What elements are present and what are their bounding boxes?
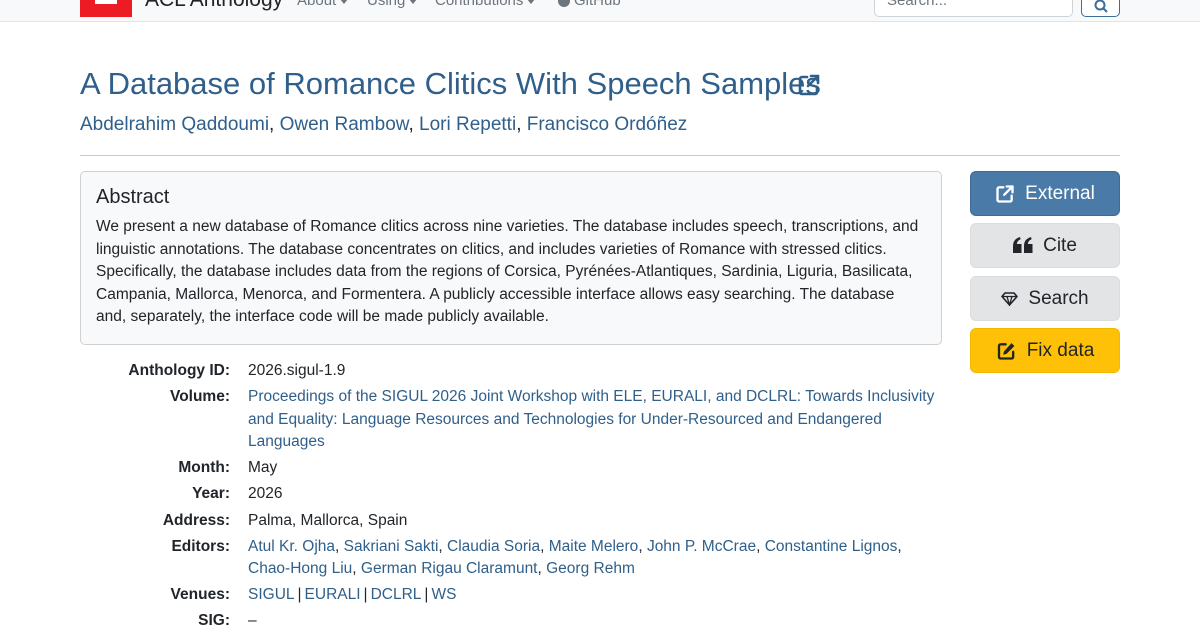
nav-github[interactable]: GitHub: [558, 0, 621, 9]
editor-link[interactable]: John P. McCrae: [647, 538, 756, 555]
search-button[interactable]: Search: [970, 276, 1120, 321]
detail-label: Month:: [178, 459, 230, 477]
detail-label: Venues:: [170, 586, 230, 604]
abstract-heading: Abstract: [96, 186, 170, 208]
author-separator: ,: [408, 114, 420, 135]
editor-link[interactable]: German Rigau Claramunt: [361, 560, 538, 577]
venue-link[interactable]: SIGUL: [248, 586, 295, 603]
detail-label: Volume:: [170, 388, 230, 406]
paper-details: Anthology ID: 2026.sigul-1.9 Volume: Pro…: [80, 360, 942, 630]
abstract-text: We present a new database of Romance cli…: [96, 218, 919, 326]
author-link[interactable]: Abdelrahim Qaddoumi: [80, 114, 269, 135]
github-icon: [558, 0, 570, 8]
editor-link[interactable]: Chao-Hong Liu: [248, 560, 352, 577]
divider: [80, 155, 1120, 156]
detail-label: Editors:: [171, 537, 230, 555]
detail-row-editors: Editors: Atul Kr. Ojha, Sakriani Sakti, …: [80, 536, 942, 585]
author-link[interactable]: Francisco Ordóñez: [527, 114, 688, 135]
editor-link[interactable]: Maite Melero: [549, 538, 639, 555]
detail-label: Anthology ID:: [128, 362, 230, 379]
detail-label: Year:: [192, 485, 230, 503]
nav-about[interactable]: About: [297, 0, 349, 9]
author-list: Abdelrahim Qaddoumi, Owen Rambow, Lori R…: [80, 114, 687, 136]
address-value: Palma, Mallorca, Spain: [248, 511, 408, 529]
external-button[interactable]: External: [970, 171, 1120, 216]
author-link[interactable]: Owen Rambow: [280, 114, 409, 135]
author-separator: ,: [516, 114, 527, 135]
nav-about-label: About: [297, 0, 337, 9]
nav-contributions-label: Contributions: [435, 0, 524, 9]
external-link-icon: [996, 184, 1014, 203]
brand-title[interactable]: ACL Anthology: [145, 0, 283, 12]
nav-github-label: GitHub: [574, 0, 621, 9]
abstract-card: Abstract We present a new database of Ro…: [80, 171, 942, 345]
paper-title[interactable]: A Database of Romance Clitics With Speec…: [80, 66, 821, 102]
external-link-icon[interactable]: [797, 73, 821, 97]
navbar: ACL Anthology About Using Contributions …: [0, 0, 1200, 22]
cite-button[interactable]: Cite: [970, 223, 1120, 268]
search-button-label: Search: [1028, 287, 1089, 309]
edit-icon: [997, 342, 1015, 360]
quote-icon: [1013, 237, 1033, 253]
detail-label: Address:: [162, 511, 230, 529]
external-button-label: External: [1025, 182, 1095, 204]
venue-link[interactable]: WS: [431, 586, 456, 603]
anthology-id-value: 2026.sigul-1.9: [248, 362, 346, 379]
month-value: May: [248, 459, 278, 477]
search-icon: [1094, 0, 1108, 13]
nav-using-label: Using: [367, 0, 406, 9]
author-link[interactable]: Lori Repetti: [419, 114, 516, 135]
editor-list: Atul Kr. Ojha, Sakriani Sakti, Claudia S…: [248, 537, 902, 578]
detail-row-volume: Volume: Proceedings of the SIGUL 2026 Jo…: [80, 386, 942, 457]
detail-row-sig: SIG: –: [80, 610, 942, 630]
volume-link[interactable]: Proceedings of the SIGUL 2026 Joint Work…: [248, 388, 934, 450]
search-input[interactable]: [874, 0, 1073, 17]
acl-logo[interactable]: [80, 0, 132, 17]
nav-using[interactable]: Using: [367, 0, 418, 9]
year-value: 2026: [248, 485, 283, 503]
caret-down-icon: [340, 0, 349, 4]
author-separator: ,: [269, 114, 280, 135]
cite-button-label: Cite: [1043, 234, 1077, 256]
gem-icon: [1001, 291, 1019, 306]
caret-down-icon: [527, 0, 536, 4]
venue-link[interactable]: EURALI: [305, 586, 361, 603]
detail-row-month: Month: May: [80, 457, 942, 483]
editor-link[interactable]: Atul Kr. Ojha: [248, 538, 335, 555]
detail-row-anthology-id: Anthology ID: 2026.sigul-1.9: [80, 360, 942, 386]
editor-link[interactable]: Constantine Lignos: [765, 538, 898, 555]
editor-link[interactable]: Sakriani Sakti: [344, 538, 439, 555]
editor-link[interactable]: Claudia Soria: [447, 538, 540, 555]
detail-label: SIG:: [198, 612, 230, 630]
detail-row-venues: Venues: SIGUL | EURALI | DCLRL | WS: [80, 584, 942, 610]
detail-row-address: Address: Palma, Mallorca, Spain: [80, 510, 942, 536]
detail-row-year: Year: 2026: [80, 483, 942, 509]
editor-link[interactable]: Georg Rehm: [546, 560, 635, 577]
venue-list: SIGUL | EURALI | DCLRL | WS: [248, 586, 457, 604]
nav-contributions[interactable]: Contributions: [435, 0, 536, 9]
fix-data-button[interactable]: Fix data: [970, 328, 1120, 373]
fix-data-button-label: Fix data: [1026, 339, 1095, 361]
venue-link[interactable]: DCLRL: [371, 586, 422, 603]
search-submit-button[interactable]: [1081, 0, 1120, 17]
sig-value: –: [248, 612, 257, 630]
caret-down-icon: [409, 0, 418, 4]
